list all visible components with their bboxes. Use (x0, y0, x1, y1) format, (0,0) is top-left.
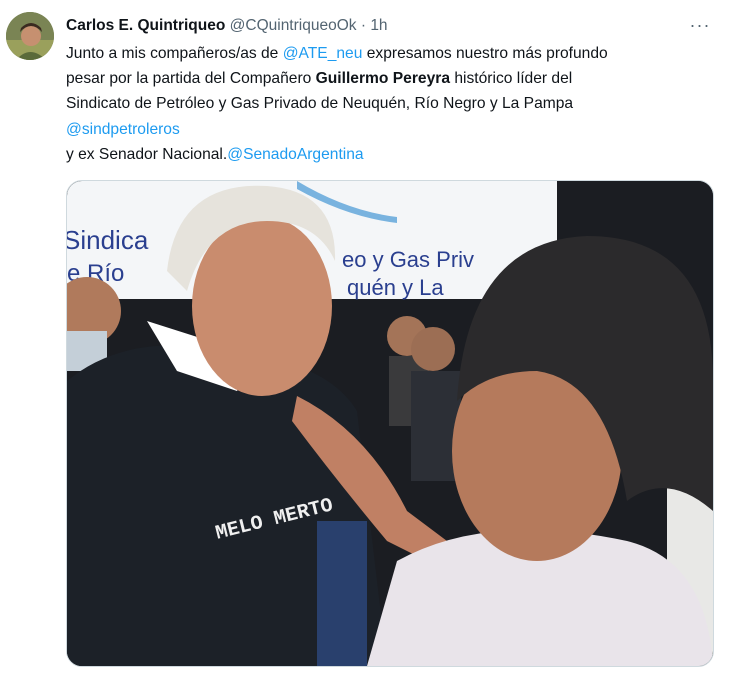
author-handle[interactable]: @CQuintriqueoOk (230, 17, 357, 34)
mention-sindpetroleros[interactable]: @sindpetroleros (66, 121, 180, 138)
photo-image: Sindica eo y Gas Priv e Río quén y La ME… (67, 181, 713, 666)
text-segment: y ex Senador Nacional. (66, 145, 228, 163)
text-segment: pesar por la partida del Compañero (66, 70, 316, 88)
tweet-photo[interactable]: Sindica eo y Gas Priv e Río quén y La ME… (66, 180, 714, 667)
text-segment: Junto a mis compañeros/as de (66, 45, 283, 62)
mention-ate-neu[interactable]: @ATE_neu (283, 45, 363, 62)
banner-text-1b: eo y Gas Priv (342, 247, 474, 272)
author-name[interactable]: Carlos E. Quintriqueo (66, 17, 225, 34)
tweet-text-line-5: y ex Senador Nacional.@SenadoArgentina (66, 142, 716, 167)
face-left (192, 216, 332, 396)
banner-text-1: Sindica (67, 225, 149, 255)
tweet[interactable]: Carlos E. Quintriqueo @CQuintriqueoOk · … (0, 0, 729, 677)
text-segment: expresamos nuestro más profundo (362, 45, 608, 62)
tweet-text-line-1: Junto a mis compañeros/as de @ATE_neu ex… (66, 41, 716, 66)
separator-dot: · (360, 17, 366, 34)
avatar-image (6, 12, 54, 60)
tweet-text-line-4: @sindpetroleros (66, 117, 716, 142)
mention-senado-argentina[interactable]: @SenadoArgentina (227, 146, 363, 163)
banner-text-2b: quén y La (347, 275, 444, 300)
bold-name: Guillermo Pereyra (315, 70, 451, 88)
tweet-header: Carlos E. Quintriqueo @CQuintriqueoOk · … (66, 16, 689, 36)
tweet-text: Junto a mis compañeros/as de @ATE_neu ex… (66, 41, 716, 167)
tweet-time[interactable]: 1h (370, 17, 387, 34)
tweet-text-line-2: pesar por la partida del Compañero Guill… (66, 66, 716, 91)
tweet-text-line-3: Sindicato de Petróleo y Gas Privado de N… (66, 95, 574, 113)
author-avatar[interactable] (6, 12, 54, 60)
text-segment: histórico líder del (450, 70, 573, 88)
more-options-icon[interactable]: ··· (687, 14, 713, 36)
